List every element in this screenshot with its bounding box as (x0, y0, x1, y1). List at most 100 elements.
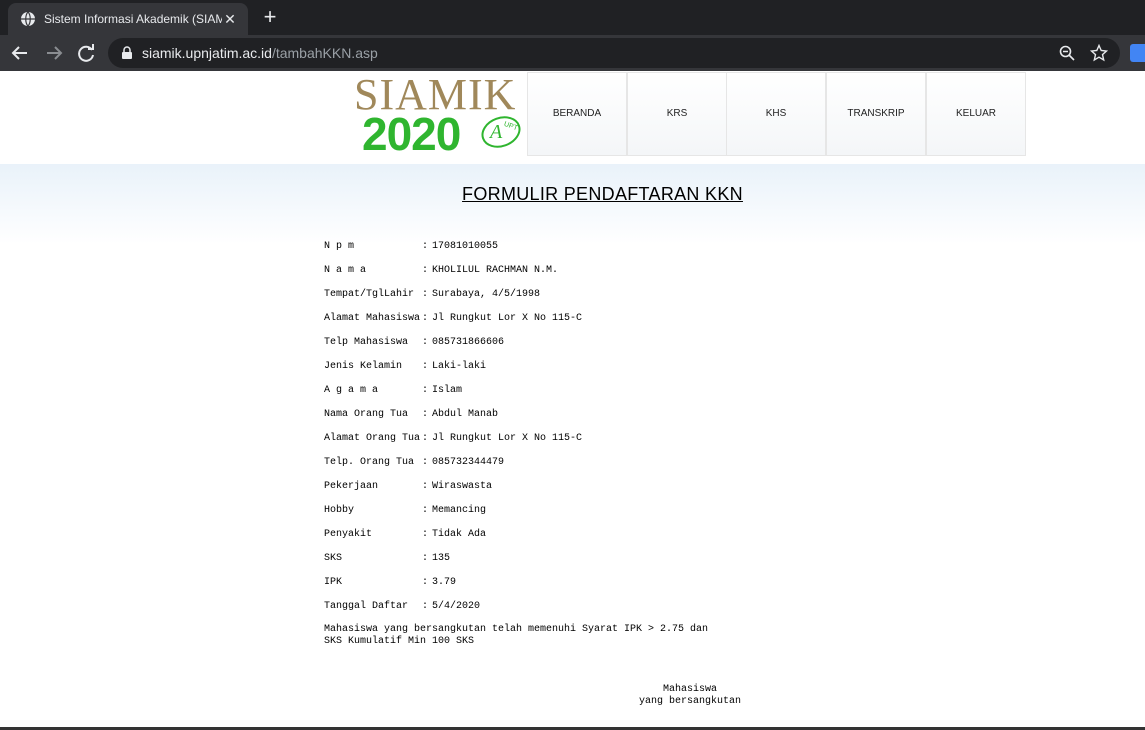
lock-icon (122, 46, 132, 59)
browser-tab-bar: Sistem Informasi Akademik (SIAMIK) ✕ + (0, 0, 1145, 35)
form-row: Nama Orang Tua: Abdul Manab (324, 408, 498, 422)
form-row: IPK:3.79 (324, 576, 456, 590)
form-row: Jenis Kelamin: Laki-laki (324, 360, 486, 374)
globe-icon (21, 11, 35, 27)
field-value: Surabaya, 4/5/1998 (432, 289, 541, 300)
form-row: N p m:17081010055 (324, 240, 498, 254)
sign-line-2: yang bersangkutan (638, 696, 742, 707)
field-label: Jenis Kelamin (324, 361, 403, 372)
form-row: Tempat/TglLahir: Surabaya, 4/5/1998 (324, 288, 540, 302)
field-separator: : (422, 289, 429, 300)
field-separator: : (422, 265, 429, 276)
aupt-seal-icon: A UPT (481, 116, 521, 148)
field-label: Telp. Orang Tua (324, 457, 415, 468)
url-host: siamik.upnjatim.ac.id (142, 45, 272, 61)
nav-khs[interactable]: KHS (726, 72, 826, 156)
field-label: Penyakit (324, 529, 373, 540)
url-path: /tambahKKN.asp (271, 45, 378, 61)
field-label: Tanggal Daftar (324, 601, 409, 612)
nav-keluar[interactable]: KELUAR (926, 72, 1026, 156)
form-row: Penyakit: Tidak Ada (324, 528, 486, 542)
field-label: Pekerjaan (324, 481, 379, 492)
form-row: Pekerjaan: Wiraswasta (324, 480, 492, 494)
tab-title: Sistem Informasi Akademik (SIAMIK) (44, 12, 222, 26)
field-separator: : (422, 529, 429, 540)
web-page: SIAMIK 2020 A UPT BERANDA KRS KHS TRANSK… (0, 71, 1145, 730)
sign-line-1: Mahasiswa (662, 684, 717, 695)
form-row: Telp Mahasiswa:085731866606 (324, 336, 504, 350)
note-line-2: SKS Kumulatif Min 100 SKS (324, 636, 475, 647)
field-value: 3.79 (432, 577, 457, 588)
siamik-logo: SIAMIK 2020 A UPT (344, 71, 528, 159)
eligibility-note: Mahasiswa yang bersangkutan telah memenu… (324, 624, 708, 648)
back-arrow-icon[interactable] (6, 39, 34, 67)
extension-icon[interactable] (1130, 44, 1145, 62)
field-separator: : (422, 433, 429, 444)
field-label: Alamat Orang Tua (324, 433, 421, 444)
field-label: Nama Orang Tua (324, 409, 409, 420)
address-bar[interactable]: siamik.upnjatim.ac.id/tambahKKN.asp (108, 38, 1120, 68)
zoom-icon[interactable] (1058, 44, 1076, 62)
form-row: Telp. Orang Tua:085732344479 (324, 456, 504, 470)
form-row: SKS:135 (324, 552, 450, 566)
field-value: 17081010055 (432, 241, 499, 252)
field-value: Islam (432, 385, 463, 396)
url-text: siamik.upnjatim.ac.id/tambahKKN.asp (142, 44, 378, 62)
nav-krs[interactable]: KRS (627, 72, 727, 156)
browser-toolbar: siamik.upnjatim.ac.id/tambahKKN.asp (0, 35, 1145, 71)
form-row: Alamat Orang Tua: Jl Rungkut Lor X No 115… (324, 432, 582, 446)
field-value: 085732344479 (432, 457, 505, 468)
field-label: N a m a (324, 265, 367, 276)
field-label: SKS (324, 553, 343, 564)
browser-tab[interactable]: Sistem Informasi Akademik (SIAMIK) ✕ (8, 3, 248, 35)
field-label: Alamat Mahasiswa (324, 313, 421, 324)
field-separator: : (422, 481, 429, 492)
field-value: Jl Rungkut Lor X No 115-C (432, 433, 583, 444)
field-separator: : (422, 361, 429, 372)
field-label: N p m (324, 241, 355, 252)
field-separator: : (422, 313, 429, 324)
tab-close-icon[interactable]: ✕ (220, 9, 240, 29)
content-area: FORMULIR PENDAFTARAN KKN Tanggal Daftar:… (0, 164, 1145, 730)
new-tab-icon[interactable]: + (258, 4, 282, 30)
nav-transkrip[interactable]: TRANSKRIP (826, 72, 926, 156)
field-separator: : (422, 601, 429, 612)
form-row: Tanggal Daftar:5/4/2020 (324, 600, 480, 614)
field-value: Jl Rungkut Lor X No 115-C (432, 313, 583, 324)
nav-beranda[interactable]: BERANDA (527, 72, 627, 156)
logo-year: 2020 (362, 108, 461, 160)
field-value: Memancing (432, 505, 487, 516)
main-nav: BERANDA KRS KHS TRANSKRIP KELUAR (527, 72, 1026, 156)
field-value: 5/4/2020 (432, 601, 481, 612)
svg-text:A: A (488, 121, 503, 143)
form-title: FORMULIR PENDAFTARAN KKN (462, 184, 743, 204)
field-value: Abdul Manab (432, 409, 499, 420)
note-line-1: Mahasiswa yang bersangkutan telah memenu… (324, 624, 709, 635)
field-separator: : (422, 409, 429, 420)
field-value: Tidak Ada (432, 529, 487, 540)
site-header: SIAMIK 2020 A UPT BERANDA KRS KHS TRANSK… (0, 71, 1145, 164)
reload-icon[interactable] (72, 39, 100, 67)
field-separator: : (422, 577, 429, 588)
field-separator: : (422, 241, 429, 252)
field-label: Telp Mahasiswa (324, 337, 409, 348)
field-value: 135 (432, 553, 451, 564)
forward-arrow-icon[interactable] (40, 39, 68, 67)
field-value: KHOLILUL RACHMAN N.M. (432, 265, 559, 276)
field-label: IPK (324, 577, 343, 588)
form-row: Alamat Mahasiswa: Jl Rungkut Lor X No 115… (324, 312, 582, 326)
field-label: Tempat/TglLahir (324, 289, 415, 300)
form-row: Hobby: Memancing (324, 504, 486, 518)
field-label: Hobby (324, 505, 355, 516)
star-icon[interactable] (1090, 44, 1108, 62)
field-separator: : (422, 385, 429, 396)
field-value: Wiraswasta (432, 481, 493, 492)
field-separator: : (422, 337, 429, 348)
field-separator: : (422, 553, 429, 564)
field-value: 085731866606 (432, 337, 505, 348)
signature-block: Mahasiswa yang bersangkutan (620, 684, 760, 708)
form-row: N a m a: KHOLILUL RACHMAN N.M. (324, 264, 558, 278)
field-separator: : (422, 457, 429, 468)
field-label: A g a m a (324, 385, 379, 396)
field-separator: : (422, 505, 429, 516)
